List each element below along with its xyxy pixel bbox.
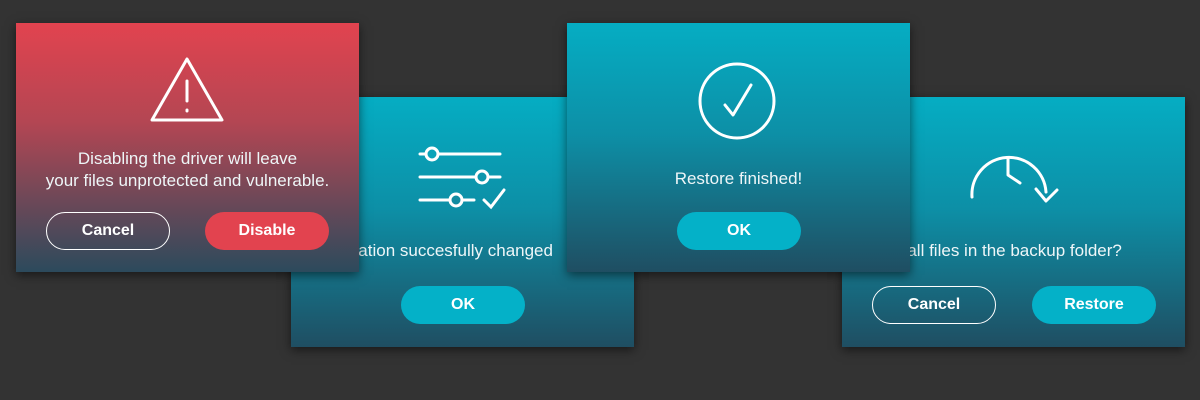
cancel-button[interactable]: Cancel <box>46 212 170 250</box>
ok-button[interactable]: OK <box>677 212 801 250</box>
disable-warning-line-1: Disabling the driver will leave <box>77 149 298 168</box>
restore-finished-message: Restore finished! <box>674 169 803 188</box>
disable-driver-dialog: Disabling the driver will leave your fil… <box>16 23 359 272</box>
cancel-button[interactable]: Cancel <box>872 286 996 324</box>
checkmark-circle-icon <box>698 62 776 140</box>
restore-button[interactable]: Restore <box>1032 286 1156 324</box>
ok-button[interactable]: OK <box>401 286 525 324</box>
warning-icon <box>150 57 224 122</box>
disable-warning-line-2: your files unprotected and vulnerable. <box>45 171 330 190</box>
disable-button[interactable]: Disable <box>205 212 329 250</box>
restore-clock-icon <box>970 155 1059 203</box>
restore-finished-dialog: Restore finished! OK <box>567 23 910 272</box>
settings-sliders-icon <box>418 146 506 210</box>
